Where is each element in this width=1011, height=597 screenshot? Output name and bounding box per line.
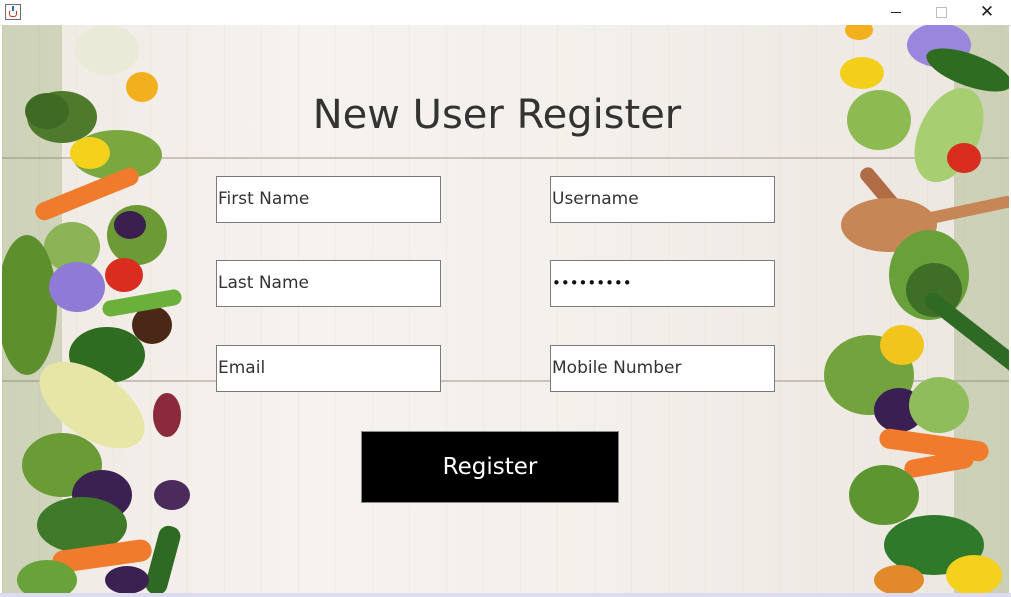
email-field[interactable]: Email [216,345,441,392]
close-button[interactable]: ✕ [964,0,1010,25]
password-field[interactable]: ••••••••• [550,260,775,307]
registration-panel: New User Register First Name Last Name E… [2,25,1009,595]
maximize-icon [935,7,947,18]
first-name-field[interactable]: First Name [216,176,441,223]
bottom-edge [0,593,1011,597]
minimize-icon [891,12,901,13]
mobile-number-field[interactable]: Mobile Number [550,345,775,392]
register-button[interactable]: Register [361,431,619,503]
window-title-bar: ✕ [0,0,1011,26]
minimize-button[interactable] [873,0,919,25]
java-app-icon [5,4,21,20]
close-icon: ✕ [979,2,995,22]
maximize-button[interactable] [918,0,964,25]
page-title: New User Register [312,92,682,138]
last-name-field[interactable]: Last Name [216,260,441,307]
password-mask: ••••••••• [552,274,632,292]
username-field[interactable]: Username [550,176,775,223]
